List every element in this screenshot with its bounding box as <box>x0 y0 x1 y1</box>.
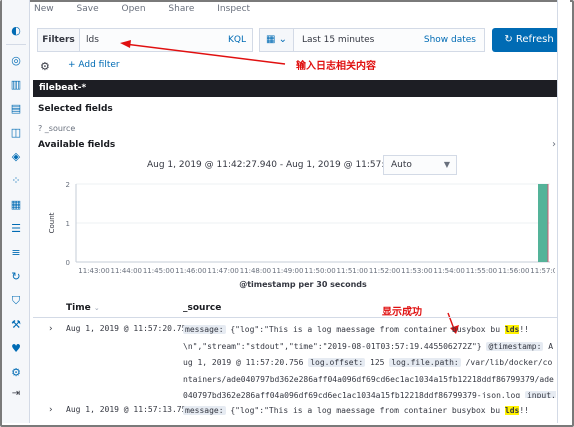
x-tick-label: 11:49:00 <box>272 267 303 275</box>
interval-value: Auto <box>391 160 412 170</box>
x-tick-label: 11:52:00 <box>369 267 400 275</box>
discover-icon[interactable]: ◎ <box>9 54 23 68</box>
field-key: log.file.path: <box>389 358 461 367</box>
histogram-bar <box>538 184 548 262</box>
x-tick-label: 11:48:00 <box>240 267 271 275</box>
index-pattern-selector[interactable]: filebeat-* <box>33 80 566 97</box>
canvas-icon[interactable]: ◫ <box>9 126 23 140</box>
management-icon[interactable]: ⚙ <box>9 366 23 380</box>
ml-icon[interactable]: ⁘ <box>9 174 23 188</box>
x-axis-label: @timestamp per 30 seconds <box>239 280 367 289</box>
show-dates-link[interactable]: Show dates <box>424 29 476 51</box>
x-tick-label: 11:46:00 <box>175 267 206 275</box>
x-tick-label: 11:54:00 <box>433 267 464 275</box>
menu-share[interactable]: Share <box>168 4 194 14</box>
x-tick-label: 11:47:00 <box>207 267 238 275</box>
y-tick-label: 0 <box>66 259 70 267</box>
chevron-right-icon[interactable]: › <box>552 139 556 150</box>
x-tick-label: 11:55:00 <box>466 267 497 275</box>
search-highlight: lds <box>504 325 520 334</box>
row-source: message: {"log":"This is a log maessage … <box>183 403 557 421</box>
nav-divider <box>6 44 26 45</box>
infra-icon[interactable]: ▦ <box>9 198 23 212</box>
row-timestamp: Aug 1, 2019 @ 11:57:20.756 <box>66 324 192 333</box>
top-menu: New Save Open Share Inspect <box>34 4 454 16</box>
siem-icon[interactable]: ⛉ <box>9 294 23 308</box>
add-filter-link[interactable]: + Add filter <box>68 60 120 70</box>
x-tick-label: 11:57:00 <box>530 267 555 275</box>
maps-icon[interactable]: ◈ <box>9 150 23 164</box>
x-tick-label: 11:53:00 <box>401 267 432 275</box>
sort-icon[interactable]: ⌄ <box>94 304 100 312</box>
refresh-icon: ↻ <box>504 34 513 45</box>
apm-icon[interactable]: ≡ <box>9 246 23 260</box>
menu-save[interactable]: Save <box>77 4 99 14</box>
chevron-down-icon: ▼ <box>443 160 450 169</box>
y-tick-label: 2 <box>66 181 70 189</box>
x-tick-label: 11:45:00 <box>143 267 174 275</box>
field-value: {"log":"This is a log maessage from cont… <box>225 406 505 415</box>
x-tick-label: 11:50:00 <box>304 267 335 275</box>
histogram-chart: 0 1 2 11:43:00 11:44:00 11:45:00 11:46:00 11:47… <box>48 181 555 289</box>
field-value: 125 <box>365 358 390 367</box>
x-tick-label: 11:43:00 <box>78 267 109 275</box>
y-axis-label: Count <box>48 212 56 233</box>
nav-collapse-icon[interactable]: ◐ <box>9 24 23 38</box>
field-key: message: <box>183 406 226 415</box>
row-timestamp: Aug 1, 2019 @ 11:57:13.755 <box>66 405 192 414</box>
column-source-header: _source <box>183 303 222 313</box>
left-nav: ◐ ◎ ▥ ▤ ◫ ◈ ⁘ ▦ ☰ ≡ ↻ ⛉ ⚒ ♥ ⚙ ⇥ <box>2 0 30 423</box>
refresh-label: Refresh <box>515 34 554 45</box>
date-picker: ▦ ⌄ Last 15 minutes Show dates <box>259 28 485 52</box>
annotation-input-hint: 输入日志相关内容 <box>296 61 376 72</box>
query-input-group: Filters lds KQL <box>37 28 253 52</box>
table-row[interactable]: › Aug 1, 2019 @ 11:57:20.756 message: {"… <box>33 322 560 398</box>
field-key: message: <box>183 325 226 334</box>
x-tick-label: 11:51:00 <box>337 267 368 275</box>
y-tick-label: 1 <box>66 220 70 228</box>
logs-icon[interactable]: ☰ <box>9 222 23 236</box>
available-fields-title[interactable]: Available fields <box>38 140 115 150</box>
selected-fields-title: Selected fields <box>38 104 113 114</box>
kql-toggle[interactable]: KQL <box>228 29 246 51</box>
field-value: {"log":"This is a log maessage from cont… <box>225 325 505 334</box>
interval-select[interactable]: Auto ▼ <box>383 155 457 175</box>
search-input[interactable]: lds <box>86 29 99 51</box>
date-range-text[interactable]: Last 15 minutes <box>302 29 374 51</box>
refresh-button[interactable]: ↻ Refresh <box>492 28 566 52</box>
dock-nav-icon[interactable]: ⇥ <box>9 388 23 402</box>
visualize-icon[interactable]: ▥ <box>9 78 23 92</box>
row-source: message: {"log":"This is a log maessage … <box>183 322 557 398</box>
table-row[interactable]: › Aug 1, 2019 @ 11:57:13.755 message: {"… <box>33 403 560 421</box>
field-key: log.offset: <box>308 358 366 367</box>
doc-table-header: Time ⌄ _source <box>33 300 560 318</box>
devtools-icon[interactable]: ⚒ <box>9 318 23 332</box>
column-time-header[interactable]: Time ⌄ <box>66 303 100 313</box>
filters-button[interactable]: Filters <box>38 29 80 51</box>
field-sidebar: Selected fields ? _source Available fiel… <box>33 97 560 157</box>
monitoring-icon[interactable]: ♥ <box>9 342 23 356</box>
right-scroll-area[interactable] <box>557 0 570 423</box>
calendar-icon[interactable]: ▦ ⌄ <box>260 29 294 51</box>
field-key: @timestamp: <box>486 341 544 351</box>
uptime-icon[interactable]: ↻ <box>9 270 23 284</box>
menu-open[interactable]: Open <box>121 4 145 14</box>
gear-icon[interactable]: ⚙ <box>40 60 50 73</box>
x-tick-label: 11:44:00 <box>111 267 142 275</box>
expand-row-icon[interactable]: › <box>49 405 53 415</box>
expand-row-icon[interactable]: › <box>49 324 53 334</box>
column-time-label: Time <box>66 303 91 313</box>
dashboard-icon[interactable]: ▤ <box>9 102 23 116</box>
menu-new[interactable]: New <box>34 4 54 14</box>
field-source[interactable]: ? _source <box>38 124 75 133</box>
x-tick-label: 11:56:00 <box>498 267 529 275</box>
menu-inspect[interactable]: Inspect <box>217 4 250 14</box>
search-highlight: lds <box>504 406 520 415</box>
